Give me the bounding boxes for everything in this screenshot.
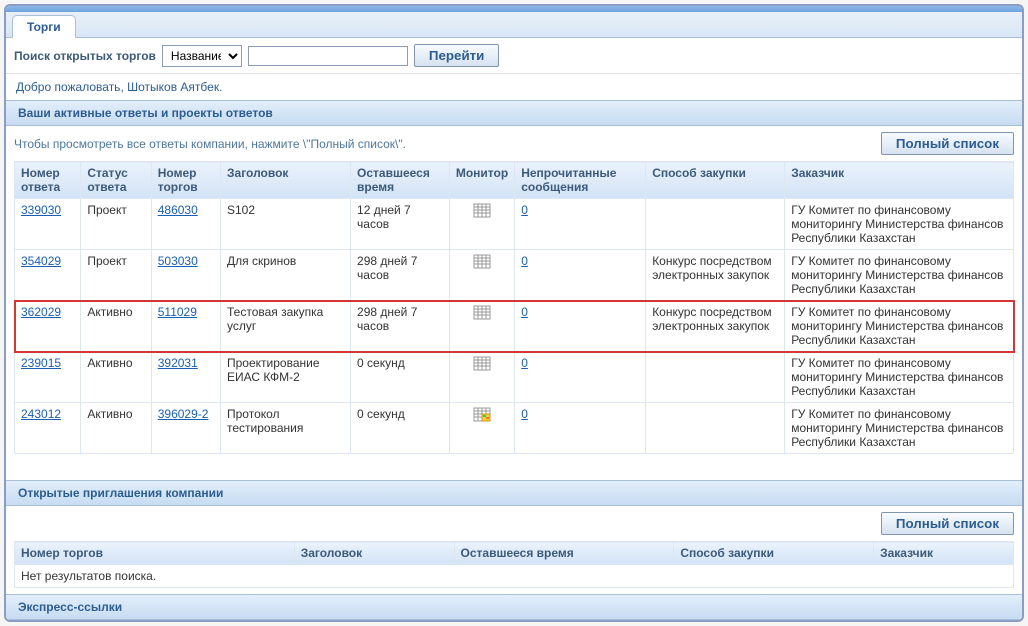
time-left-cell: 0 секунд bbox=[351, 403, 450, 454]
app-window: Торги Поиск открытых торгов Название Пер… bbox=[4, 4, 1024, 622]
unread-link[interactable]: 0 bbox=[521, 407, 528, 421]
time-left-cell: 0 секунд bbox=[351, 352, 450, 403]
col-customer: Заказчик bbox=[785, 162, 1014, 199]
title-cell: Протокол тестирования bbox=[221, 403, 351, 454]
col-title: Заголовок bbox=[221, 162, 351, 199]
status-cell: Проект bbox=[81, 250, 151, 301]
title-cell: S102 bbox=[221, 199, 351, 250]
resp-no-link[interactable]: 354029 bbox=[21, 254, 61, 268]
go-button[interactable]: Перейти bbox=[414, 44, 499, 67]
table-row: 339030 Проект 486030 S10212 дней 7 часов 0 ГУ… bbox=[15, 199, 1014, 250]
search-label: Поиск открытых торгов bbox=[14, 49, 156, 63]
tender-no-link[interactable]: 503030 bbox=[158, 254, 198, 268]
invitations-full-list-button[interactable]: Полный список bbox=[881, 512, 1014, 535]
full-list-button[interactable]: Полный список bbox=[881, 132, 1014, 155]
unread-link[interactable]: 0 bbox=[521, 254, 528, 268]
purchase-cell bbox=[646, 199, 785, 250]
table-row: 354029 Проект 503030 Для скринов298 дней 7 … bbox=[15, 250, 1014, 301]
search-input[interactable] bbox=[248, 46, 408, 66]
status-cell: Активно bbox=[81, 352, 151, 403]
active-answers-header: Ваши активные ответы и проекты ответов bbox=[6, 100, 1022, 126]
tender-no-link[interactable]: 396029-2 bbox=[158, 407, 209, 421]
title-cell: Проектирование ЕИАС КФМ-2 bbox=[221, 352, 351, 403]
invitations-body: Номер торгов Заголовок Оставшееся время … bbox=[6, 541, 1022, 594]
table-row: 243012 Активно 396029-2 Протокол тестирован… bbox=[15, 403, 1014, 454]
title-cell: Тестовая закупка услуг bbox=[221, 301, 351, 352]
col-resp-no: Номер ответа bbox=[15, 162, 81, 199]
search-field-select[interactable]: Название bbox=[162, 45, 242, 67]
active-answers-table: Номер ответа Статус ответа Номер торгов … bbox=[14, 161, 1014, 454]
status-cell: Активно bbox=[81, 301, 151, 352]
customer-cell: ГУ Комитет по финансовому мониторингу Ми… bbox=[785, 301, 1014, 352]
purchase-cell bbox=[646, 403, 785, 454]
active-answers-body: Чтобы просмотреть все ответы компании, н… bbox=[6, 126, 1022, 460]
calendar-icon[interactable] bbox=[473, 356, 491, 371]
table-row: 239015 Активно 392031 Проектирование ЕИАС К… bbox=[15, 352, 1014, 403]
time-left-cell: 12 дней 7 часов bbox=[351, 199, 450, 250]
tab-torgi[interactable]: Торги bbox=[12, 15, 76, 38]
inv-col-purchase: Способ закупки bbox=[674, 542, 874, 565]
time-left-cell: 298 дней 7 часов bbox=[351, 250, 450, 301]
table-row: 362029 Активно 511029 Тестовая закупка услу… bbox=[15, 301, 1014, 352]
col-resp-status: Статус ответа bbox=[81, 162, 151, 199]
customer-cell: ГУ Комитет по финансовому мониторингу Ми… bbox=[785, 199, 1014, 250]
status-cell: Проект bbox=[81, 199, 151, 250]
resp-no-link[interactable]: 239015 bbox=[21, 356, 61, 370]
customer-cell: ГУ Комитет по финансовому мониторингу Ми… bbox=[785, 352, 1014, 403]
unread-link[interactable]: 0 bbox=[521, 356, 528, 370]
col-purchase: Способ закупки bbox=[646, 162, 785, 199]
welcome-text: Добро пожаловать, Шотыков Аятбек. bbox=[6, 74, 1022, 100]
tender-no-link[interactable]: 511029 bbox=[158, 305, 197, 319]
resp-no-link[interactable]: 339030 bbox=[21, 203, 61, 217]
title-cell: Для скринов bbox=[221, 250, 351, 301]
time-left-cell: 298 дней 7 часов bbox=[351, 301, 450, 352]
tender-no-link[interactable]: 392031 bbox=[158, 356, 198, 370]
col-unread: Непрочитанные сообщения bbox=[515, 162, 646, 199]
customer-cell: ГУ Комитет по финансовому мониторингу Ми… bbox=[785, 250, 1014, 301]
col-monitor: Монитор bbox=[449, 162, 514, 199]
status-cell: Активно bbox=[81, 403, 151, 454]
unread-link[interactable]: 0 bbox=[521, 305, 528, 319]
tender-no-link[interactable]: 486030 bbox=[158, 203, 198, 217]
inv-col-tender-no: Номер торгов bbox=[15, 542, 295, 565]
purchase-cell: Конкурс посредством электронных закупок bbox=[646, 301, 785, 352]
inv-col-time-left: Оставшееся время bbox=[454, 542, 674, 565]
calendar-flag-icon[interactable] bbox=[473, 407, 491, 422]
purchase-cell bbox=[646, 352, 785, 403]
resp-no-link[interactable]: 243012 bbox=[21, 407, 61, 421]
customer-cell: ГУ Комитет по финансовому мониторингу Ми… bbox=[785, 403, 1014, 454]
no-results-cell: Нет результатов поиска. bbox=[15, 565, 1014, 588]
express-links-header: Экспресс-ссылки bbox=[6, 594, 1022, 620]
no-results-row: Нет результатов поиска. bbox=[15, 565, 1014, 588]
tabs-bar: Торги bbox=[6, 12, 1022, 38]
invitations-header: Открытые приглашения компании bbox=[6, 480, 1022, 506]
calendar-icon[interactable] bbox=[473, 254, 491, 269]
col-time-left: Оставшееся время bbox=[351, 162, 450, 199]
inv-col-customer: Заказчик bbox=[874, 542, 1014, 565]
calendar-icon[interactable] bbox=[473, 305, 491, 320]
resp-no-link[interactable]: 362029 bbox=[21, 305, 61, 319]
active-hint: Чтобы просмотреть все ответы компании, н… bbox=[14, 137, 406, 151]
purchase-cell: Конкурс посредством электронных закупок bbox=[646, 250, 785, 301]
inv-col-title: Заголовок bbox=[294, 542, 454, 565]
calendar-icon[interactable] bbox=[473, 203, 491, 218]
search-bar: Поиск открытых торгов Название Перейти bbox=[6, 38, 1022, 74]
col-tender-no: Номер торгов bbox=[151, 162, 220, 199]
unread-link[interactable]: 0 bbox=[521, 203, 528, 217]
content: Поиск открытых торгов Название Перейти Д… bbox=[6, 38, 1022, 620]
